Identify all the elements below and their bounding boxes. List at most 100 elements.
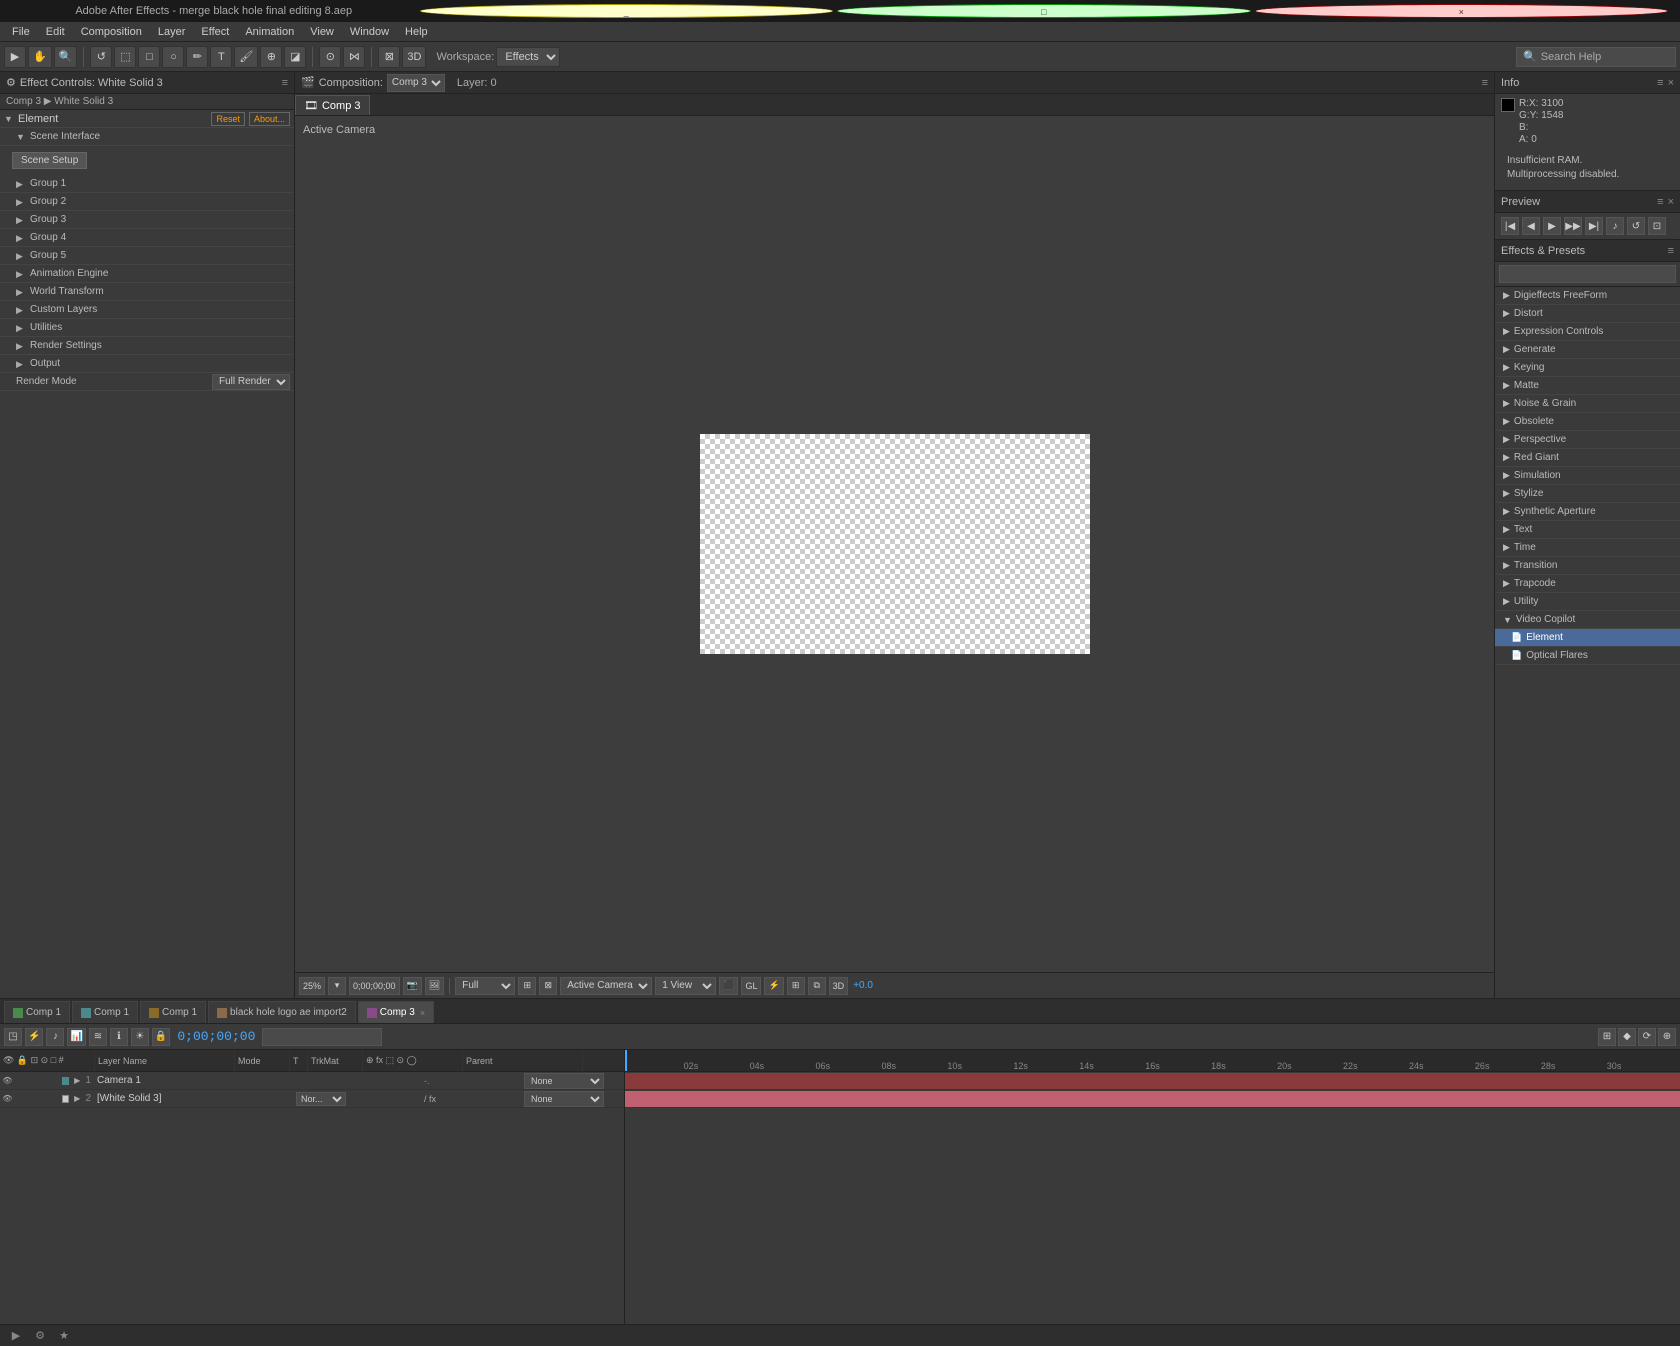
ep-item-distort[interactable]: ▶Distort <box>1495 305 1680 323</box>
prev-loop[interactable]: ↺ <box>1627 217 1645 235</box>
timecode-display[interactable]: 0;00;00;00 <box>349 977 400 995</box>
btab-close-4[interactable]: × <box>420 1002 425 1024</box>
tl-playhead[interactable] <box>625 1050 627 1071</box>
ep-item-stylize[interactable]: ▶Stylize <box>1495 485 1680 503</box>
render-btn[interactable]: ⬛ <box>719 977 738 995</box>
group3-row[interactable]: ▶ Group 3 <box>0 211 294 229</box>
group1-row[interactable]: ▶ Group 1 <box>0 175 294 193</box>
view-select[interactable]: 1 View 2 Views 4 Views <box>655 977 716 995</box>
ep-menu[interactable]: ≡ <box>1668 245 1674 257</box>
tool-rotate[interactable]: ↺ <box>90 46 112 68</box>
tl-keyframe-btn[interactable]: ◆ <box>1618 1028 1636 1046</box>
scene-setup-button[interactable]: Scene Setup <box>12 152 87 169</box>
ep-item-optical-flares[interactable]: 📄Optical Flares <box>1495 647 1680 665</box>
tl-track-2[interactable] <box>625 1090 1680 1108</box>
tl-expression-btn[interactable]: ⊕ <box>1658 1028 1676 1046</box>
animation-engine-row[interactable]: ▶ Animation Engine <box>0 265 294 283</box>
lr1-effect[interactable] <box>37 1075 48 1087</box>
lr1-expand[interactable]: ▶ <box>72 1075 83 1087</box>
tool-behind[interactable]: ⬚ <box>114 46 136 68</box>
preview-close[interactable]: × <box>1668 196 1674 208</box>
menu-composition[interactable]: Composition <box>73 22 150 42</box>
menu-effect[interactable]: Effect <box>193 22 237 42</box>
tool-3d[interactable]: 3D <box>402 46 426 68</box>
lr1-parent-select[interactable]: None <box>524 1073 604 1089</box>
prev-forward[interactable]: ▶▶ <box>1564 217 1582 235</box>
lr2-effect[interactable] <box>37 1093 48 1105</box>
lr1-motion[interactable] <box>48 1075 59 1087</box>
lr2-parent-select[interactable]: None <box>524 1091 604 1107</box>
ep-item-keying[interactable]: ▶Keying <box>1495 359 1680 377</box>
output-row[interactable]: ▶ Output <box>0 355 294 373</box>
tl-chart-btn[interactable]: 📊 <box>67 1028 85 1046</box>
ep-item-generate[interactable]: ▶Generate <box>1495 341 1680 359</box>
lr1-lock[interactable] <box>14 1075 25 1087</box>
proportion-btn[interactable]: ⧉ <box>808 977 826 995</box>
prev-back[interactable]: ◀ <box>1522 217 1540 235</box>
utilities-row[interactable]: ▶ Utilities <box>0 319 294 337</box>
tool-zoom[interactable]: 🔍 <box>54 46 78 68</box>
ep-item-synthetic-aperture[interactable]: ▶Synthetic Aperture <box>1495 503 1680 521</box>
resolution-select[interactable]: Full Half Quarter <box>455 977 515 995</box>
close-btn[interactable]: × <box>1255 4 1669 18</box>
bottom-tab-1[interactable]: Comp 1 <box>72 1001 138 1023</box>
3d-btn[interactable]: 3D <box>829 977 849 995</box>
lr2-vis[interactable]: 👁 <box>2 1093 13 1105</box>
about-button[interactable]: About... <box>249 112 290 126</box>
prev-first[interactable]: |◀ <box>1501 217 1519 235</box>
tool-hand[interactable]: ✋ <box>28 46 52 68</box>
custom-layers-row[interactable]: ▶ Custom Layers <box>0 301 294 319</box>
tl-mute-btn[interactable]: ♪ <box>46 1028 64 1046</box>
lr1-solo[interactable] <box>25 1075 36 1087</box>
ep-item-simulation[interactable]: ▶Simulation <box>1495 467 1680 485</box>
prev-last[interactable]: ▶| <box>1585 217 1603 235</box>
menu-edit[interactable]: Edit <box>38 22 73 42</box>
tl-solo-btn[interactable]: ☀ <box>131 1028 149 1046</box>
ep-item-trapcode[interactable]: ▶Trapcode <box>1495 575 1680 593</box>
tool-snap[interactable]: ⊠ <box>378 46 400 68</box>
element-section[interactable]: ▼ Element Reset About... <box>0 110 294 128</box>
ep-item-expression-controls[interactable]: ▶Expression Controls <box>1495 323 1680 341</box>
ep-item-noise-&-grain[interactable]: ▶Noise & Grain <box>1495 395 1680 413</box>
ep-item-element[interactable]: 📄Element <box>1495 629 1680 647</box>
snapshot-btn[interactable]: 📷 <box>403 977 422 995</box>
prev-ram[interactable]: ⊡ <box>1648 217 1666 235</box>
tl-motion-btn[interactable]: ⟳ <box>1638 1028 1656 1046</box>
layer-row-1[interactable]: 👁 ▶ 1 Camera 1 -. No <box>0 1072 624 1090</box>
render-settings-row[interactable]: ▶ Render Settings <box>0 337 294 355</box>
tool-puppet[interactable]: ⋈ <box>343 46 365 68</box>
tool-text[interactable]: T <box>210 46 232 68</box>
lr2-motion[interactable] <box>48 1093 59 1105</box>
status-icon-1[interactable]: ▶ <box>8 1328 24 1344</box>
group2-row[interactable]: ▶ Group 2 <box>0 193 294 211</box>
ep-item-time[interactable]: ▶Time <box>1495 539 1680 557</box>
menu-window[interactable]: Window <box>342 22 397 42</box>
color-swatch[interactable] <box>1501 98 1515 112</box>
tool-roto[interactable]: ⊙ <box>319 46 341 68</box>
lr2-mode-select[interactable]: Nor... <box>296 1092 346 1106</box>
ep-item-utility[interactable]: ▶Utility <box>1495 593 1680 611</box>
ep-search-input[interactable] <box>1499 265 1676 283</box>
info-menu[interactable]: ≡ <box>1657 77 1663 89</box>
viewer-body[interactable]: Active Camera <box>295 116 1494 972</box>
lr2-expand[interactable]: ▶ <box>72 1093 83 1105</box>
comp-tab-3[interactable]: 🎞 Comp 3 <box>295 95 370 115</box>
zoom-dropdown[interactable]: ▾ <box>328 977 346 995</box>
world-transform-row[interactable]: ▶ World Transform <box>0 283 294 301</box>
transparency-btn[interactable]: ⊠ <box>539 977 557 995</box>
menu-file[interactable]: File <box>4 22 38 42</box>
tl-track-1[interactable] <box>625 1072 1680 1090</box>
zoom-display[interactable]: 25% <box>299 977 325 995</box>
workspace-select[interactable]: Effects <box>496 47 560 67</box>
tool-ellipse[interactable]: ○ <box>162 46 184 68</box>
tl-graph-btn[interactable]: ≋ <box>89 1028 107 1046</box>
menu-view[interactable]: View <box>302 22 342 42</box>
lr2-lock[interactable] <box>14 1093 25 1105</box>
lr2-solo[interactable] <box>25 1093 36 1105</box>
render-mode-select[interactable]: Full Render Draft Wireframe <box>212 374 290 390</box>
gl-btn[interactable]: GL <box>741 977 761 995</box>
ep-item-matte[interactable]: ▶Matte <box>1495 377 1680 395</box>
status-icon-3[interactable]: ★ <box>56 1328 72 1344</box>
ep-item-red-giant[interactable]: ▶Red Giant <box>1495 449 1680 467</box>
effect-controls-menu[interactable]: ≡ <box>282 77 288 89</box>
